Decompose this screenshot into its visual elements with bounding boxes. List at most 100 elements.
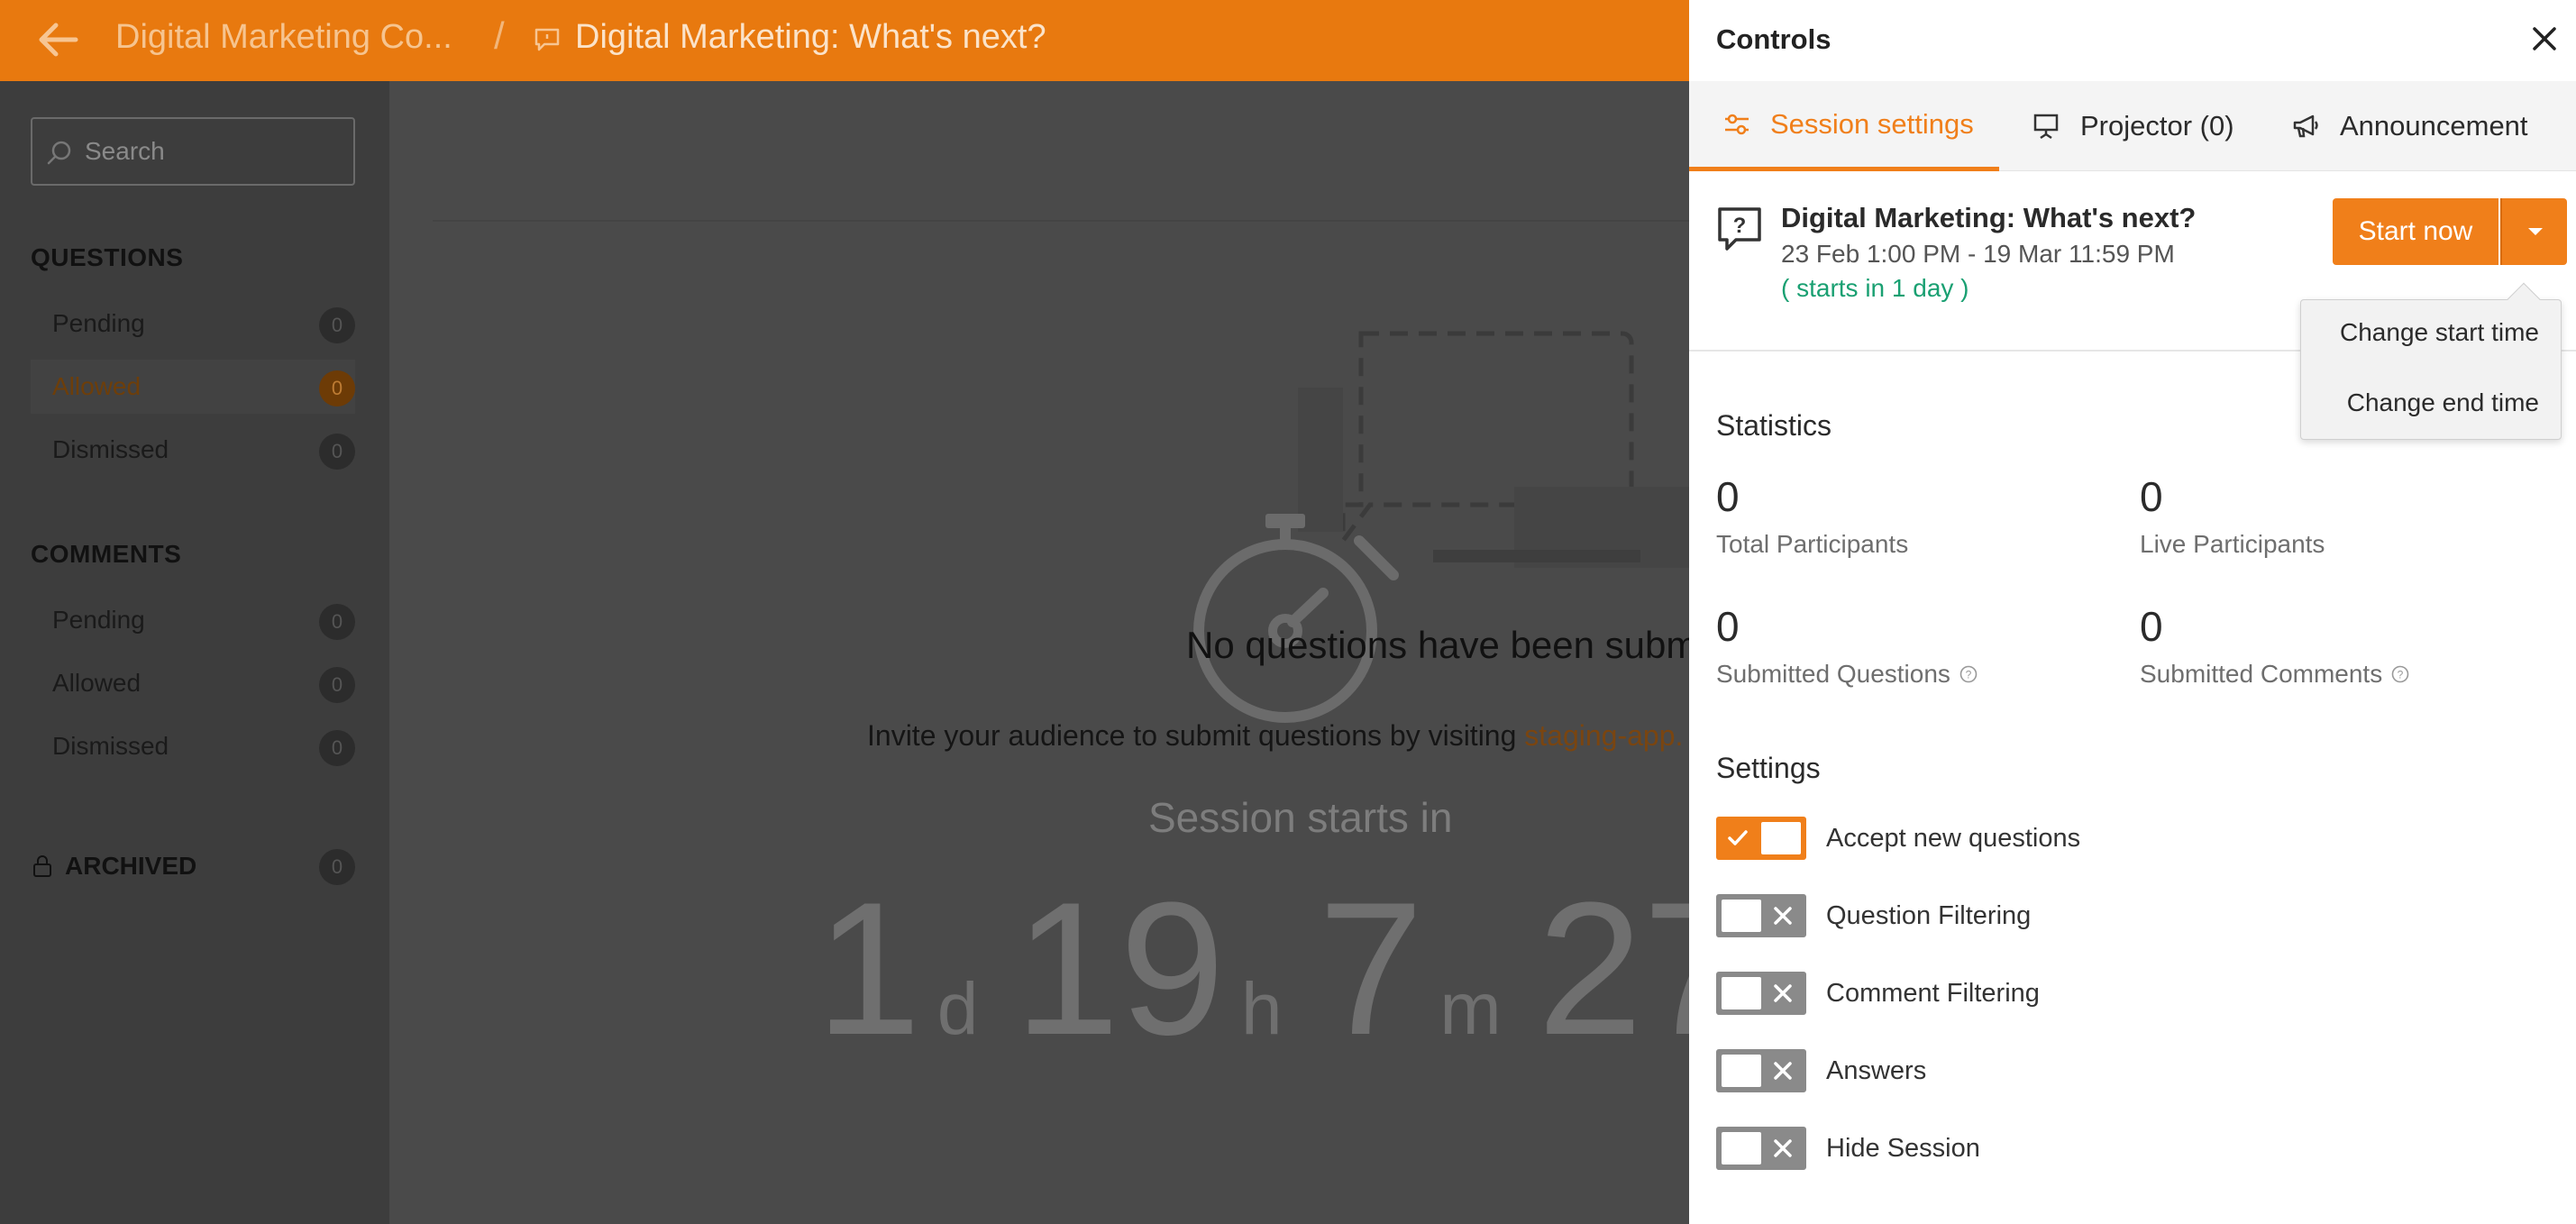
countdown: 1 d 19 h 7 m 27: [816, 874, 1748, 1064]
settings-heading: Settings: [1716, 752, 1821, 784]
invite-text-body: Invite your audience to submit questions…: [867, 719, 1525, 752]
sidebar: QUESTIONS Pending 0 Allowed 0 Dismissed …: [0, 81, 389, 1224]
sidebar-item-label: Allowed: [52, 372, 142, 400]
start-options-dropdown-toggle[interactable]: [2500, 198, 2567, 265]
lock-icon: [33, 855, 51, 877]
empty-state-title: No questions have been submit: [1186, 624, 1717, 666]
page-title: Digital Marketing: What's next?: [575, 18, 1046, 56]
submitted-comments-label-row: Submitted Comments ?: [2140, 660, 2409, 689]
back-arrow-icon[interactable]: [36, 20, 79, 59]
countdown-minutes-unit: m: [1439, 968, 1502, 1050]
search-input[interactable]: [85, 119, 346, 184]
main-divider: [433, 220, 1694, 222]
question-filtering-toggle[interactable]: [1716, 894, 1806, 937]
countdown-days-unit: d: [936, 968, 979, 1050]
controls-header: Controls: [1689, 0, 2576, 81]
sidebar-item-label: Allowed: [52, 669, 142, 697]
setting-label: Comment Filtering: [1826, 978, 2040, 1008]
x-icon: [1774, 1139, 1792, 1157]
check-icon: [1728, 830, 1748, 845]
sidebar-item-comments-allowed[interactable]: Allowed 0: [31, 656, 355, 710]
close-icon[interactable]: [2529, 23, 2560, 54]
start-now-button[interactable]: Start now: [2333, 198, 2498, 265]
submitted-comments-value: 0: [2140, 603, 2163, 650]
count-badge: 0: [319, 434, 355, 470]
x-icon: [1774, 1062, 1792, 1080]
sidebar-item-questions-pending[interactable]: Pending 0: [31, 297, 355, 351]
questions-heading: QUESTIONS: [31, 243, 184, 271]
help-icon[interactable]: ?: [2391, 665, 2409, 683]
search-box[interactable]: [31, 117, 355, 186]
count-badge: 0: [319, 667, 355, 703]
tab-session-settings[interactable]: Session settings: [1689, 81, 1999, 171]
answers-toggle[interactable]: [1716, 1049, 1806, 1092]
svg-text:?: ?: [1733, 214, 1747, 238]
countdown-minutes: 7: [1318, 863, 1424, 1074]
chat-bubble-icon: [534, 28, 560, 51]
sidebar-item-comments-pending[interactable]: Pending 0: [31, 593, 355, 647]
tab-announcement[interactable]: Announcement: [2291, 81, 2528, 171]
count-badge: 0: [319, 307, 355, 343]
setting-accept-new-questions: Accept new questions: [1716, 816, 2080, 861]
sidebar-item-label: Pending: [52, 309, 145, 337]
sidebar-item-label: Dismissed: [52, 732, 169, 760]
countdown-hours: 19: [1014, 863, 1225, 1074]
breadcrumb-parent[interactable]: Digital Marketing Co...: [115, 18, 452, 57]
controls-tabs: Session settings Projector (0) Announcem…: [1689, 81, 2576, 171]
toggle-knob: [1722, 1055, 1761, 1087]
setting-comment-filtering: Comment Filtering: [1716, 971, 2040, 1016]
setting-label: Question Filtering: [1826, 900, 2032, 930]
toggle-knob: [1722, 977, 1761, 1009]
sidebar-item-archived[interactable]: ARCHIVED 0: [31, 844, 355, 889]
x-icon: [1774, 907, 1792, 925]
svg-text:?: ?: [1966, 669, 1972, 681]
setting-answers: Answers: [1716, 1048, 1926, 1093]
live-participants-value: 0: [2140, 473, 2163, 520]
change-end-time-option[interactable]: Change end time: [2347, 388, 2539, 417]
invite-text: Invite your audience to submit questions…: [867, 719, 1683, 753]
submitted-questions-value: 0: [1716, 603, 1740, 650]
submitted-questions-label: Submitted Questions: [1716, 660, 1950, 688]
invite-link[interactable]: staging-app.: [1524, 719, 1683, 752]
count-badge: 0: [319, 604, 355, 640]
setting-question-filtering: Question Filtering: [1716, 893, 2031, 938]
megaphone-icon: [2293, 114, 2318, 138]
submitted-comments-label: Submitted Comments: [2140, 660, 2383, 688]
controls-title: Controls: [1716, 23, 1832, 55]
tab-projector[interactable]: Projector (0): [2032, 81, 2234, 171]
countdown-hours-unit: h: [1241, 968, 1283, 1050]
sliders-icon: [1725, 114, 1749, 134]
controls-panel: Controls Session settings Projector (0): [1689, 0, 2576, 1224]
setting-label: Hide Session: [1826, 1133, 1980, 1163]
start-options-menu: Change start time Change end time: [2300, 282, 2562, 440]
accept-new-questions-toggle[interactable]: [1716, 817, 1806, 860]
comments-heading: COMMENTS: [31, 540, 182, 568]
tab-label: Announcement: [2340, 110, 2528, 142]
total-participants-value: 0: [1716, 473, 1740, 520]
countdown-days: 1: [816, 863, 921, 1074]
sidebar-item-questions-allowed[interactable]: Allowed 0: [31, 360, 355, 414]
count-badge: 0: [319, 730, 355, 766]
question-bubble-icon: ?: [1718, 207, 1761, 251]
hide-session-toggle[interactable]: [1716, 1127, 1806, 1170]
toggle-knob: [1722, 900, 1761, 932]
toggle-knob: [1761, 822, 1801, 854]
change-start-time-option[interactable]: Change start time: [2340, 318, 2539, 347]
setting-hide-session: Hide Session: [1716, 1126, 1980, 1171]
help-icon[interactable]: ?: [1959, 665, 1978, 683]
breadcrumb-separator: /: [494, 14, 505, 57]
tab-label: Projector (0): [2080, 110, 2234, 142]
sidebar-item-label: Dismissed: [52, 435, 169, 463]
sidebar-item-questions-dismissed[interactable]: Dismissed 0: [31, 423, 355, 477]
statistics-heading: Statistics: [1716, 409, 1832, 442]
search-icon: [47, 141, 71, 165]
x-icon: [1774, 984, 1792, 1002]
live-participants-label: Live Participants: [2140, 530, 2325, 558]
stopwatch-icon: [1193, 514, 1399, 723]
total-participants-label: Total Participants: [1716, 530, 1909, 558]
comment-filtering-toggle[interactable]: [1716, 972, 1806, 1015]
svg-text:?: ?: [2398, 669, 2404, 681]
session-starts-label: Session starts in: [1148, 794, 1453, 841]
sidebar-item-comments-dismissed[interactable]: Dismissed 0: [31, 719, 355, 773]
setting-label: Answers: [1826, 1055, 1927, 1085]
